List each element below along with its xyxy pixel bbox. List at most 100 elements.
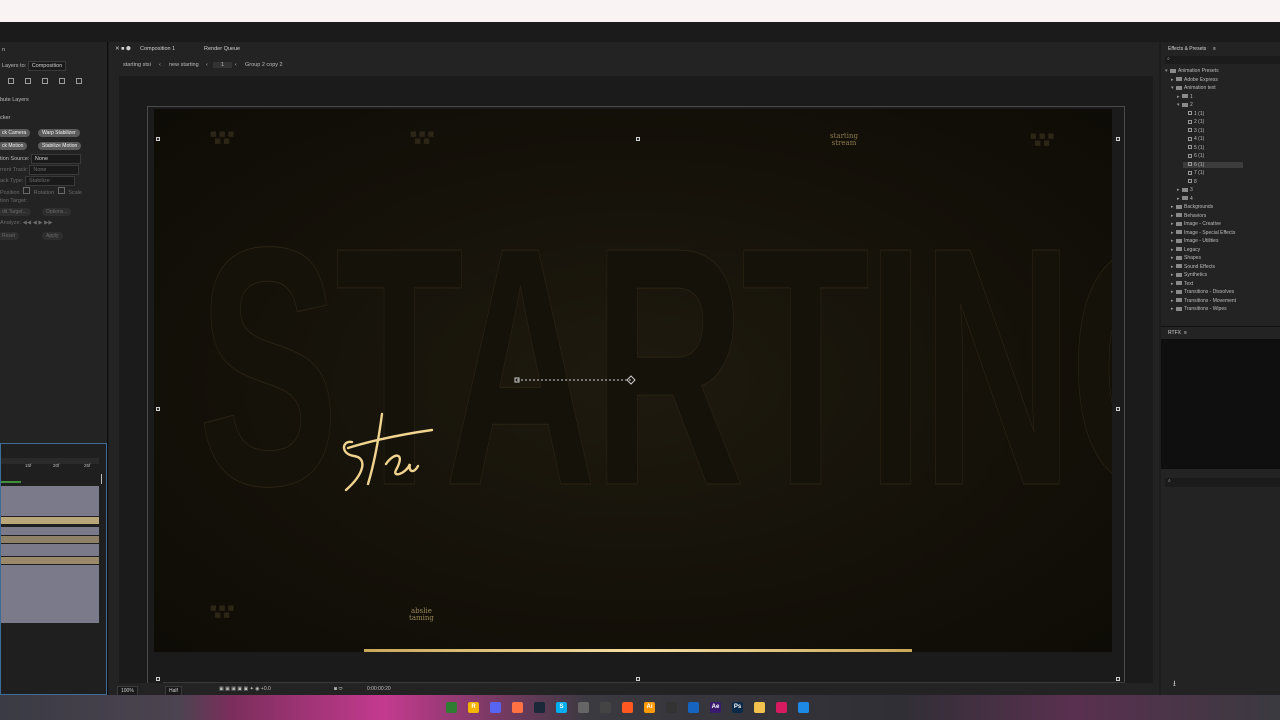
breadcrumb-item[interactable]: Group 2 copy 2 <box>245 62 283 68</box>
effects-preset[interactable]: 3 (1) <box>1183 128 1204 134</box>
layer-bar[interactable] <box>1 536 99 543</box>
windows-icon[interactable] <box>798 702 809 713</box>
edit-target-button[interactable]: dit Target... <box>0 208 31 216</box>
stabilize-motion-button[interactable]: Stabilize Motion <box>38 142 82 150</box>
motion-source-dropdown[interactable]: None <box>30 154 81 164</box>
effects-folder[interactable]: ▸ Text <box>1171 281 1193 287</box>
ai-icon[interactable]: Ai <box>644 702 655 713</box>
effects-folder[interactable]: ▸ Image - Utilities <box>1171 238 1218 244</box>
app-blue-icon[interactable] <box>688 702 699 713</box>
align-top-icon[interactable] <box>59 78 65 84</box>
effects-preset[interactable]: 6 (1) <box>1183 161 1243 168</box>
transform-handle[interactable] <box>636 137 640 141</box>
discord-icon[interactable] <box>490 702 501 713</box>
transform-handle[interactable] <box>156 137 160 141</box>
view-toggle-icons[interactable]: ▣ ▣ ▣ ▣ ▣ ✦ ◉ +0.0 <box>219 686 271 692</box>
effects-folder[interactable]: ▾ Animation text <box>1171 85 1216 91</box>
rotation-checkbox[interactable] <box>23 187 31 194</box>
effects-folder[interactable]: ▸ 1 <box>1177 94 1193 100</box>
effects-folder[interactable]: ▸ Synthetics <box>1171 272 1207 278</box>
panel-menu-icon[interactable]: ≡ <box>1213 46 1216 52</box>
panel-menu-icon[interactable]: ≡ <box>1184 330 1187 336</box>
transform-handle[interactable] <box>1116 677 1120 681</box>
effects-folder[interactable]: ▸ 4 <box>1177 196 1193 202</box>
effects-folder[interactable]: ▸ Adobe Express <box>1171 77 1218 83</box>
layer-bar[interactable] <box>1 486 99 516</box>
effects-preset[interactable]: 6 (1) <box>1183 153 1204 159</box>
skype-icon[interactable]: S <box>556 702 567 713</box>
steam-icon[interactable] <box>534 702 545 713</box>
app-orange-icon[interactable] <box>512 702 523 713</box>
chrome-icon[interactable] <box>446 702 457 713</box>
composition-canvas[interactable]: STARTING ■ ■ ■■ ■ ■ ■ ■■ ■ ■ ■ ■■ ■ ■ ■ … <box>154 109 1112 652</box>
align-right-icon[interactable] <box>42 78 48 84</box>
tab-composition[interactable]: Composition 1 <box>140 46 175 52</box>
effects-folder[interactable]: ▸ Legacy <box>1171 247 1200 253</box>
align-left-icon[interactable] <box>8 78 14 84</box>
effects-search-input[interactable]: ⌕ <box>1165 56 1280 64</box>
work-area-bar[interactable] <box>1 481 21 483</box>
align-center-icon[interactable] <box>25 78 31 84</box>
effects-preset[interactable]: 8 <box>1183 179 1197 185</box>
rtfx-search-input[interactable]: ⌕ <box>1165 478 1280 487</box>
layer-bar[interactable] <box>1 557 99 564</box>
clock-icon[interactable] <box>578 702 589 713</box>
timecode[interactable]: 0:00:00:20 <box>367 686 391 692</box>
obs2-icon[interactable] <box>666 702 677 713</box>
align-bottom-icon[interactable] <box>76 78 82 84</box>
align-layers-dropdown[interactable]: Composition <box>27 61 67 71</box>
obs-icon[interactable] <box>600 702 611 713</box>
effects-folder[interactable]: ▸ Sound Effects <box>1171 264 1215 270</box>
effects-folder[interactable]: ▸ Transitions - Dissolves <box>1171 289 1234 295</box>
transform-handle[interactable] <box>636 677 640 681</box>
reset-button[interactable]: Reset <box>0 232 20 240</box>
app-r-icon[interactable]: R <box>468 702 479 713</box>
track-motion-button[interactable]: ck Motion <box>0 142 28 150</box>
breadcrumb-item[interactable]: new starting <box>169 62 199 68</box>
track-type-dropdown[interactable]: Stabilize <box>24 176 75 186</box>
ae-icon[interactable]: Ae <box>710 702 721 713</box>
transform-handle[interactable] <box>1116 137 1120 141</box>
effects-folder[interactable]: ▾ Animation Presets <box>1165 68 1219 74</box>
layer-bar[interactable] <box>1 565 99 623</box>
layer-bar[interactable] <box>1 527 99 535</box>
layer-bar[interactable] <box>1 517 99 524</box>
fire-icon[interactable] <box>622 702 633 713</box>
effects-preset[interactable]: 7 (1) <box>1183 170 1204 176</box>
effects-folder[interactable]: ▸ 3 <box>1177 187 1193 193</box>
effects-preset[interactable]: 2 (1) <box>1183 119 1204 125</box>
options-button[interactable]: Options... <box>42 208 72 216</box>
panel-menu-icon[interactable]: ✕ ■ ⬢ <box>115 46 131 52</box>
effects-folder[interactable]: ▸ Image - Special Effects <box>1171 230 1235 236</box>
breadcrumb-item[interactable]: starting stsi <box>123 62 151 68</box>
effects-folder[interactable]: ▾ 2 <box>1177 102 1193 108</box>
effects-folder[interactable]: ▸ Backgrounds <box>1171 204 1213 210</box>
effects-folder[interactable]: ▸ Transitions - Wipes <box>1171 306 1227 312</box>
layer-bar[interactable] <box>1 544 99 556</box>
track-camera-button[interactable]: ck Camera <box>0 129 31 137</box>
current-track-dropdown[interactable]: None <box>29 165 80 175</box>
analyze-back-icon[interactable]: ◀◀ ◀ ▶ ▶▶ <box>23 220 53 226</box>
transform-handle[interactable] <box>156 407 160 411</box>
breadcrumb-item[interactable]: 1 <box>213 62 233 68</box>
composition-viewer[interactable]: STARTING ■ ■ ■■ ■ ■ ■ ■■ ■ ■ ■ ■■ ■ ■ ■ … <box>119 76 1153 712</box>
tab-render-queue[interactable]: Render Queue <box>204 46 240 52</box>
app-colorful-icon[interactable] <box>776 702 787 713</box>
scale-checkbox[interactable] <box>57 187 65 194</box>
folder-icon[interactable] <box>754 702 765 713</box>
transform-handle[interactable] <box>156 677 160 681</box>
effects-preset[interactable]: 5 (1) <box>1183 145 1204 151</box>
effects-preset[interactable]: 4 (1) <box>1183 136 1204 142</box>
warp-stabilizer-button[interactable]: Warp Stabilizer <box>38 129 80 137</box>
playhead[interactable] <box>101 474 102 484</box>
transform-handle[interactable] <box>1116 407 1120 411</box>
effects-preset[interactable]: 1 (1) <box>1183 111 1204 117</box>
effects-folder[interactable]: ▸ Image - Creative <box>1171 221 1221 227</box>
ps-icon[interactable]: Ps <box>732 702 743 713</box>
download-icon[interactable]: ⭳ <box>1173 678 1176 692</box>
snapshot-icon[interactable]: ◙ ⬭ <box>334 686 343 692</box>
effects-folder[interactable]: ▸ Transitions - Movement <box>1171 298 1236 304</box>
effects-folder[interactable]: ▸ Shapes <box>1171 255 1201 261</box>
apply-button[interactable]: Apply <box>42 232 63 240</box>
anchor-point-gizmo[interactable] <box>514 375 639 385</box>
